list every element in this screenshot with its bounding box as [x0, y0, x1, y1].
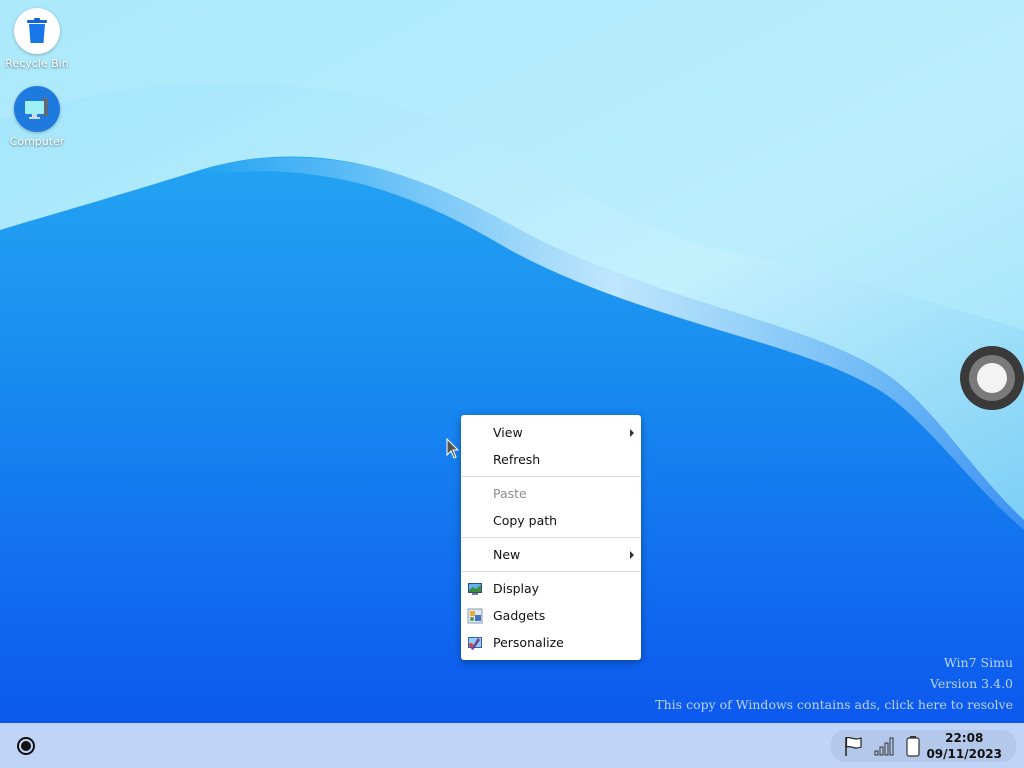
computer-icon	[14, 86, 60, 132]
watermark-ads-link[interactable]: This copy of Windows contains ads, click…	[655, 694, 1013, 715]
taskbar: 22:08 09/11/2023	[0, 723, 1024, 768]
menu-item-label: Copy path	[493, 513, 558, 528]
system-tray: 22:08 09/11/2023	[831, 730, 1016, 762]
menu-item-refresh[interactable]: Refresh	[461, 446, 641, 473]
taskbar-clock[interactable]: 22:08 09/11/2023	[926, 730, 1002, 762]
menu-item-label: Refresh	[493, 452, 541, 467]
menu-item-label: Paste	[493, 486, 527, 501]
assistive-dot	[977, 363, 1007, 393]
menu-item-label: View	[493, 425, 523, 440]
menu-item-display[interactable]: Display	[461, 575, 641, 602]
menu-item-label: New	[493, 547, 521, 562]
menu-separator	[462, 571, 640, 572]
menu-item-view[interactable]: View	[461, 419, 641, 446]
desktop-icon-label: Computer	[9, 135, 65, 148]
menu-separator	[462, 537, 640, 538]
menu-item-new[interactable]: New	[461, 541, 641, 568]
desktop-icon-recycle-bin[interactable]: Recycle Bin	[4, 8, 70, 70]
menu-item-label: Display	[493, 581, 540, 596]
submenu-arrow-icon	[630, 429, 634, 437]
personalize-icon	[468, 637, 482, 650]
menu-item-label: Gadgets	[493, 608, 546, 623]
clock-date: 09/11/2023	[926, 747, 1002, 761]
desktop-context-menu: View Refresh Paste Copy path New Display…	[461, 415, 641, 660]
menu-item-label: Personalize	[493, 635, 564, 650]
display-icon	[468, 583, 482, 595]
menu-item-copy-path[interactable]: Copy path	[461, 507, 641, 534]
menu-separator	[462, 476, 640, 477]
watermark-product: Win7 Simu	[943, 655, 1013, 670]
clock-time: 22:08	[945, 731, 984, 745]
start-button[interactable]	[8, 729, 44, 763]
assistive-ring	[969, 355, 1015, 401]
battery-icon[interactable]	[905, 735, 921, 757]
activation-watermark: Win7 Simu Version 3.4.0 This copy of Win…	[655, 652, 1013, 715]
menu-item-gadgets[interactable]: Gadgets	[461, 602, 641, 629]
mouse-cursor-icon	[446, 438, 460, 459]
menu-item-paste: Paste	[461, 480, 641, 507]
menu-item-personalize[interactable]: Personalize	[461, 629, 641, 656]
floating-assistive-button[interactable]	[960, 346, 1024, 410]
recycle-bin-icon	[14, 8, 60, 54]
signal-icon[interactable]	[873, 735, 897, 757]
flag-icon[interactable]	[842, 735, 864, 757]
submenu-arrow-icon	[630, 551, 634, 559]
start-orb-icon	[17, 737, 35, 755]
desktop-icon-label: Recycle Bin	[5, 57, 69, 70]
watermark-version: Version 3.4.0	[929, 676, 1013, 691]
gadgets-icon	[467, 608, 483, 624]
desktop-icon-computer[interactable]: Computer	[4, 86, 70, 148]
